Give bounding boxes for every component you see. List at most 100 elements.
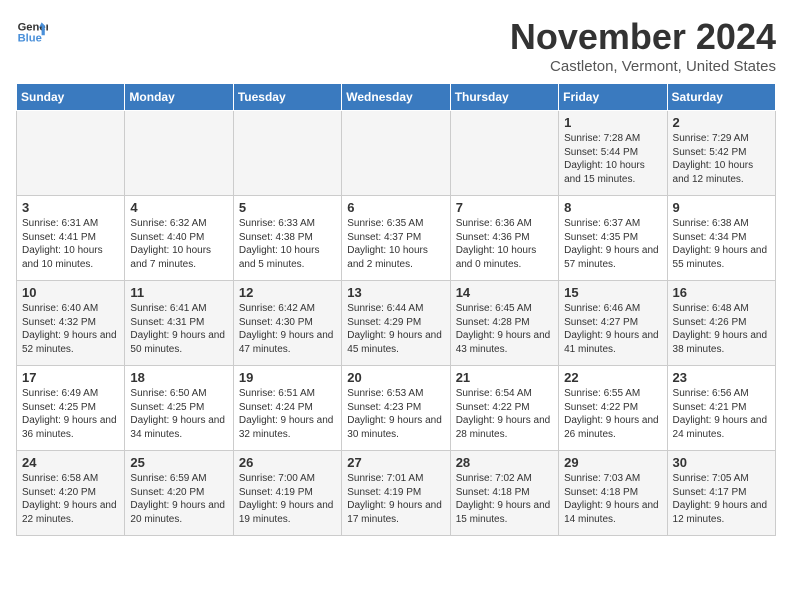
column-header-thursday: Thursday xyxy=(450,84,558,111)
calendar-cell: 23 Sunrise: 6:56 AM Sunset: 4:21 PM Dayli… xyxy=(667,366,775,451)
cell-content: Sunrise: 6:40 AM Sunset: 4:32 PM Dayligh… xyxy=(22,302,119,356)
day-number: 11 xyxy=(130,285,227,300)
calendar-cell: 8 Sunrise: 6:37 AM Sunset: 4:35 PM Daylig… xyxy=(559,196,667,281)
day-number: 27 xyxy=(347,455,444,470)
calendar-cell: 5Sunrise: 6:33 AM Sunset: 4:38 PM Daylig… xyxy=(233,196,341,281)
cell-content: Sunrise: 7:29 AM Sunset: 5:42 PM Dayligh… xyxy=(673,132,770,186)
calendar-cell: 10 Sunrise: 6:40 AM Sunset: 4:32 PM Dayli… xyxy=(17,281,125,366)
day-number: 10 xyxy=(22,285,119,300)
calendar-cell: 15Sunrise: 6:46 AM Sunset: 4:27 PM Dayli… xyxy=(559,281,667,366)
day-number: 7 xyxy=(456,200,553,215)
week-row-5: 24 Sunrise: 6:58 AM Sunset: 4:20 PM Dayli… xyxy=(17,451,776,536)
calendar-cell: 27 Sunrise: 7:01 AM Sunset: 4:19 PM Dayli… xyxy=(342,451,450,536)
cell-content: Sunrise: 6:32 AM Sunset: 4:40 PM Dayligh… xyxy=(130,217,227,271)
calendar-cell: 25Sunrise: 6:59 AM Sunset: 4:20 PM Dayli… xyxy=(125,451,233,536)
cell-content: Sunrise: 6:31 AM Sunset: 4:41 PM Dayligh… xyxy=(22,217,119,271)
calendar-header-row: SundayMondayTuesdayWednesdayThursdayFrid… xyxy=(17,84,776,111)
day-number: 28 xyxy=(456,455,553,470)
column-header-tuesday: Tuesday xyxy=(233,84,341,111)
day-number: 4 xyxy=(130,200,227,215)
calendar-cell: 12 Sunrise: 6:42 AM Sunset: 4:30 PM Dayli… xyxy=(233,281,341,366)
day-number: 8 xyxy=(564,200,661,215)
cell-content: Sunrise: 6:53 AM Sunset: 4:23 PM Dayligh… xyxy=(347,387,444,441)
week-row-3: 10 Sunrise: 6:40 AM Sunset: 4:32 PM Dayli… xyxy=(17,281,776,366)
cell-content: Sunrise: 7:05 AM Sunset: 4:17 PM Dayligh… xyxy=(673,472,770,526)
day-number: 23 xyxy=(673,370,770,385)
cell-content: Sunrise: 6:46 AM Sunset: 4:27 PM Dayligh… xyxy=(564,302,661,356)
day-number: 19 xyxy=(239,370,336,385)
cell-content: Sunrise: 6:51 AM Sunset: 4:24 PM Dayligh… xyxy=(239,387,336,441)
calendar-cell xyxy=(450,111,558,196)
calendar-cell: 24 Sunrise: 6:58 AM Sunset: 4:20 PM Dayli… xyxy=(17,451,125,536)
day-number: 1 xyxy=(564,115,661,130)
calendar-table: SundayMondayTuesdayWednesdayThursdayFrid… xyxy=(16,83,776,536)
calendar-cell: 1 Sunrise: 7:28 AM Sunset: 5:44 PM Daylig… xyxy=(559,111,667,196)
cell-content: Sunrise: 7:28 AM Sunset: 5:44 PM Dayligh… xyxy=(564,132,661,186)
calendar-cell xyxy=(233,111,341,196)
cell-content: Sunrise: 7:03 AM Sunset: 4:18 PM Dayligh… xyxy=(564,472,661,526)
cell-content: Sunrise: 6:41 AM Sunset: 4:31 PM Dayligh… xyxy=(130,302,227,356)
calendar-body: 1 Sunrise: 7:28 AM Sunset: 5:44 PM Daylig… xyxy=(17,111,776,536)
column-header-friday: Friday xyxy=(559,84,667,111)
cell-content: Sunrise: 6:48 AM Sunset: 4:26 PM Dayligh… xyxy=(673,302,770,356)
cell-content: Sunrise: 6:58 AM Sunset: 4:20 PM Dayligh… xyxy=(22,472,119,526)
column-header-monday: Monday xyxy=(125,84,233,111)
month-title: November 2024 xyxy=(510,16,776,58)
calendar-cell: 16 Sunrise: 6:48 AM Sunset: 4:26 PM Dayli… xyxy=(667,281,775,366)
day-number: 2 xyxy=(673,115,770,130)
calendar-cell: 26 Sunrise: 7:00 AM Sunset: 4:19 PM Dayli… xyxy=(233,451,341,536)
week-row-4: 17Sunrise: 6:49 AM Sunset: 4:25 PM Dayli… xyxy=(17,366,776,451)
column-header-sunday: Sunday xyxy=(17,84,125,111)
calendar-cell: 20Sunrise: 6:53 AM Sunset: 4:23 PM Dayli… xyxy=(342,366,450,451)
calendar-cell: 18 Sunrise: 6:50 AM Sunset: 4:25 PM Dayli… xyxy=(125,366,233,451)
calendar-cell: 6 Sunrise: 6:35 AM Sunset: 4:37 PM Daylig… xyxy=(342,196,450,281)
day-number: 26 xyxy=(239,455,336,470)
cell-content: Sunrise: 6:38 AM Sunset: 4:34 PM Dayligh… xyxy=(673,217,770,271)
cell-content: Sunrise: 6:44 AM Sunset: 4:29 PM Dayligh… xyxy=(347,302,444,356)
calendar-cell: 30Sunrise: 7:05 AM Sunset: 4:17 PM Dayli… xyxy=(667,451,775,536)
calendar-cell: 3Sunrise: 6:31 AM Sunset: 4:41 PM Daylig… xyxy=(17,196,125,281)
cell-content: Sunrise: 6:54 AM Sunset: 4:22 PM Dayligh… xyxy=(456,387,553,441)
cell-content: Sunrise: 6:45 AM Sunset: 4:28 PM Dayligh… xyxy=(456,302,553,356)
calendar-cell xyxy=(125,111,233,196)
cell-content: Sunrise: 7:01 AM Sunset: 4:19 PM Dayligh… xyxy=(347,472,444,526)
calendar-cell: 17Sunrise: 6:49 AM Sunset: 4:25 PM Dayli… xyxy=(17,366,125,451)
calendar-cell: 21 Sunrise: 6:54 AM Sunset: 4:22 PM Dayli… xyxy=(450,366,558,451)
cell-content: Sunrise: 6:56 AM Sunset: 4:21 PM Dayligh… xyxy=(673,387,770,441)
calendar-cell xyxy=(17,111,125,196)
day-number: 18 xyxy=(130,370,227,385)
calendar-cell: 7 Sunrise: 6:36 AM Sunset: 4:36 PM Daylig… xyxy=(450,196,558,281)
calendar-cell: 22Sunrise: 6:55 AM Sunset: 4:22 PM Dayli… xyxy=(559,366,667,451)
calendar-cell: 11 Sunrise: 6:41 AM Sunset: 4:31 PM Dayli… xyxy=(125,281,233,366)
calendar-cell: 13 Sunrise: 6:44 AM Sunset: 4:29 PM Dayli… xyxy=(342,281,450,366)
page-header: General Blue November 2024 Castleton, Ve… xyxy=(16,16,776,75)
column-header-saturday: Saturday xyxy=(667,84,775,111)
day-number: 5 xyxy=(239,200,336,215)
cell-content: Sunrise: 7:00 AM Sunset: 4:19 PM Dayligh… xyxy=(239,472,336,526)
day-number: 16 xyxy=(673,285,770,300)
day-number: 17 xyxy=(22,370,119,385)
cell-content: Sunrise: 6:37 AM Sunset: 4:35 PM Dayligh… xyxy=(564,217,661,271)
calendar-cell: 9 Sunrise: 6:38 AM Sunset: 4:34 PM Daylig… xyxy=(667,196,775,281)
week-row-2: 3Sunrise: 6:31 AM Sunset: 4:41 PM Daylig… xyxy=(17,196,776,281)
calendar-cell: 29 Sunrise: 7:03 AM Sunset: 4:18 PM Dayli… xyxy=(559,451,667,536)
calendar-cell: 14 Sunrise: 6:45 AM Sunset: 4:28 PM Dayli… xyxy=(450,281,558,366)
cell-content: Sunrise: 6:42 AM Sunset: 4:30 PM Dayligh… xyxy=(239,302,336,356)
day-number: 13 xyxy=(347,285,444,300)
day-number: 24 xyxy=(22,455,119,470)
cell-content: Sunrise: 6:59 AM Sunset: 4:20 PM Dayligh… xyxy=(130,472,227,526)
title-block: November 2024 Castleton, Vermont, United… xyxy=(510,16,776,75)
day-number: 9 xyxy=(673,200,770,215)
day-number: 12 xyxy=(239,285,336,300)
day-number: 21 xyxy=(456,370,553,385)
day-number: 6 xyxy=(347,200,444,215)
day-number: 29 xyxy=(564,455,661,470)
cell-content: Sunrise: 6:50 AM Sunset: 4:25 PM Dayligh… xyxy=(130,387,227,441)
cell-content: Sunrise: 6:36 AM Sunset: 4:36 PM Dayligh… xyxy=(456,217,553,271)
cell-content: Sunrise: 6:55 AM Sunset: 4:22 PM Dayligh… xyxy=(564,387,661,441)
cell-content: Sunrise: 6:35 AM Sunset: 4:37 PM Dayligh… xyxy=(347,217,444,271)
logo: General Blue xyxy=(16,16,48,48)
column-header-wednesday: Wednesday xyxy=(342,84,450,111)
day-number: 14 xyxy=(456,285,553,300)
cell-content: Sunrise: 7:02 AM Sunset: 4:18 PM Dayligh… xyxy=(456,472,553,526)
